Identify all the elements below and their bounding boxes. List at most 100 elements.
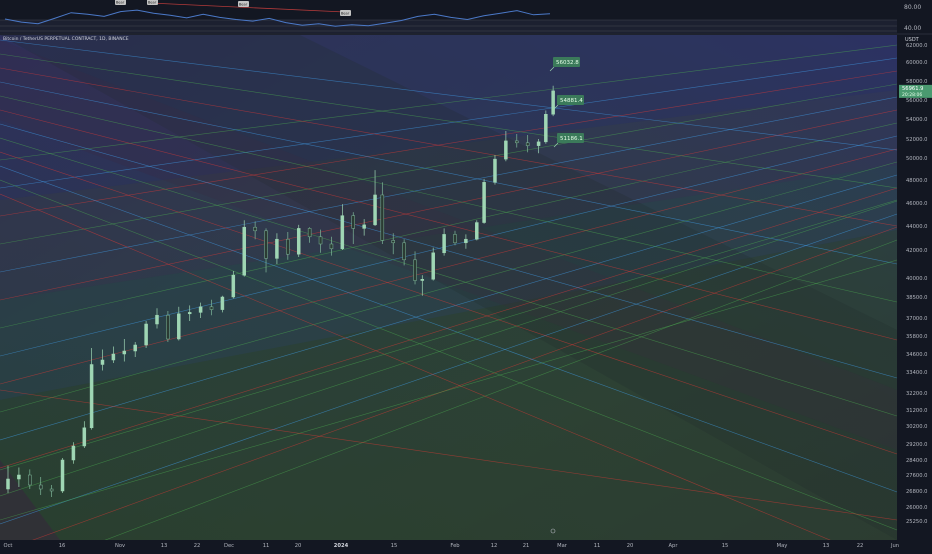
date-tick-label: 11 — [263, 543, 270, 549]
date-tick-label: Feb — [450, 543, 460, 549]
candle-body — [464, 238, 468, 244]
price-tick-label: 33400.0 — [906, 370, 927, 376]
rsi-pane: Bear Bear Bear Bear 80.00 40.00 — [0, 0, 932, 33]
candle[interactable] — [482, 178, 486, 224]
divergence-badge-label: Bear — [148, 1, 157, 5]
candle[interactable] — [242, 220, 246, 277]
price-tick-label: 50000.0 — [906, 156, 927, 162]
candle-body — [442, 234, 446, 254]
divergence-badge-label: Bear — [239, 3, 248, 7]
candle-body — [420, 279, 425, 281]
price-tick-label: 26000.0 — [906, 505, 927, 511]
price-tick-label: 40000.0 — [906, 276, 927, 282]
date-tick-label: 22 — [857, 543, 864, 549]
current-price-countdown: 20:28:06 — [902, 92, 922, 98]
price-tick-label: 32200.0 — [906, 391, 927, 397]
chart-canvas[interactable]: Bear Bear Bear Bear 80.00 40.00 56032.8 5488… — [0, 0, 932, 554]
divergence-badge: Bear — [115, 0, 126, 5]
price-tick-label: 58000.0 — [906, 79, 927, 85]
candle-body — [209, 306, 214, 310]
date-tick-label: Nov — [115, 543, 125, 549]
price-tick-label: 54000.0 — [906, 117, 927, 123]
current-price-value: 56961.9 — [902, 86, 923, 92]
candle[interactable] — [544, 110, 548, 144]
candle[interactable] — [475, 220, 479, 241]
price-tick-label: 31200.0 — [906, 408, 927, 414]
price-tick-label: 25250.0 — [906, 519, 927, 525]
candle[interactable] — [60, 458, 65, 493]
candle-body — [296, 228, 301, 255]
candle-body — [340, 215, 345, 250]
candle-body — [482, 182, 486, 223]
candle[interactable] — [493, 155, 497, 185]
price-tick-label: 46000.0 — [906, 201, 927, 207]
date-tick-label: Apr — [669, 543, 679, 549]
candle-body — [380, 194, 385, 241]
candle-body — [89, 364, 94, 429]
candle[interactable] — [166, 311, 170, 342]
candle-body — [133, 344, 137, 352]
candle-body — [453, 234, 457, 244]
candle-body — [38, 484, 43, 490]
date-tick-label: 16 — [59, 543, 66, 549]
candle-body — [307, 228, 312, 238]
tradingview-chart[interactable]: Bear Bear Bear Bear 80.00 40.00 56032.8 5488… — [0, 0, 932, 554]
date-tick-label: 2024 — [334, 543, 349, 549]
price-tick-label: 26800.0 — [906, 489, 927, 495]
candle-body — [391, 240, 395, 244]
date-tick-label: 21 — [523, 543, 530, 549]
price-tick-label: 52000.0 — [906, 137, 927, 143]
candle-body — [402, 242, 406, 261]
date-tick-label: 11 — [594, 543, 601, 549]
date-tick-label: 13 — [161, 543, 168, 549]
divergence-badge: Bear — [147, 0, 158, 5]
candle-body — [49, 488, 54, 492]
candle[interactable] — [144, 321, 148, 348]
candle-body — [82, 427, 87, 447]
candle-body — [515, 140, 519, 144]
annotation-text: 54881.4 — [560, 98, 583, 104]
price-tick-label: 30200.0 — [906, 424, 927, 430]
price-tick-label: 37000.0 — [906, 316, 927, 322]
divergence-badge: Bear — [340, 10, 351, 16]
annotation-text: 51186.1 — [560, 136, 583, 142]
candle-body — [275, 238, 279, 259]
price-axis[interactable]: USDT 62000.060000.058000.056000.054000.0… — [897, 35, 932, 540]
candle-body — [413, 259, 417, 281]
candle-body — [504, 140, 508, 160]
gann-fan-bands — [0, 35, 897, 540]
candle-body — [187, 312, 192, 315]
candle-body — [71, 445, 76, 461]
candle-body — [166, 314, 170, 340]
candle-body — [373, 194, 377, 226]
candle-body — [144, 323, 148, 346]
divergence-badge-label: Bear — [341, 12, 350, 16]
date-tick-label: Oct — [4, 543, 13, 549]
candle-body — [28, 474, 32, 486]
candle-body — [475, 222, 479, 240]
candle-body — [242, 226, 246, 276]
candle-body — [362, 224, 366, 229]
date-tick-label: Dec — [224, 543, 234, 549]
date-tick-label: 20 — [295, 543, 302, 549]
candle-body — [155, 314, 159, 325]
time-axis[interactable]: Oct 16 Nov 13 22 Dec 11 20 2024 15 Feb 12 21 Mar 11 20 A… — [0, 540, 932, 550]
price-tick-label: 29200.0 — [906, 442, 927, 448]
candle-body — [17, 474, 21, 480]
candle-body — [493, 158, 497, 183]
main-pane[interactable]: 56032.8 54881.4 51186.1 Bitcoin / TetherUS… — [0, 35, 898, 554]
price-tick-label: 28400.0 — [906, 458, 927, 464]
date-tick-label: May — [777, 543, 788, 549]
symbol-title: Bitcoin / TetherUS PERPETUAL CONTRACT, 1… — [3, 36, 129, 42]
candle-body — [264, 230, 268, 259]
candle[interactable] — [231, 271, 236, 299]
divergence-badge: Bear — [238, 1, 249, 7]
candle-body — [177, 313, 181, 340]
candle-body — [122, 350, 127, 355]
date-tick-label: Jun — [890, 543, 899, 549]
price-tick-label: 34600.0 — [906, 352, 927, 358]
candle-body — [111, 353, 116, 361]
price-tick-label: 44000.0 — [906, 224, 927, 230]
candle[interactable] — [296, 224, 301, 257]
annotation-text: 56032.8 — [556, 60, 579, 66]
